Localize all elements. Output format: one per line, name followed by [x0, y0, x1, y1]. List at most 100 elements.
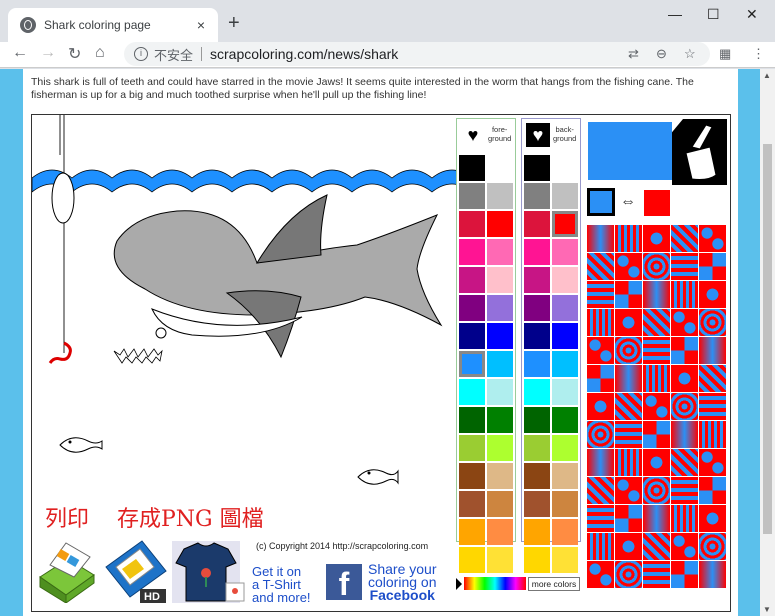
pattern-swatch[interactable]	[587, 533, 614, 560]
pattern-swatch[interactable]	[615, 309, 642, 336]
color-swatch[interactable]	[524, 491, 550, 517]
color-swatch[interactable]	[524, 183, 550, 209]
pattern-swatch[interactable]	[615, 365, 642, 392]
pattern-swatch[interactable]	[643, 393, 670, 420]
color-swatch[interactable]	[487, 295, 513, 321]
reload-icon[interactable]: ↻	[68, 44, 81, 64]
pattern-swatch[interactable]	[699, 421, 726, 448]
pattern-swatch[interactable]	[643, 365, 670, 392]
pattern-swatch[interactable]	[699, 477, 726, 504]
pattern-swatch[interactable]	[699, 281, 726, 308]
pattern-swatch[interactable]	[671, 561, 698, 588]
back-icon[interactable]: ←	[12, 44, 28, 62]
pattern-swatch[interactable]	[643, 449, 670, 476]
shark-drawing[interactable]	[32, 115, 457, 515]
color-swatch[interactable]	[552, 491, 578, 517]
color-swatch[interactable]	[552, 323, 578, 349]
scrollbar-thumb[interactable]	[763, 144, 772, 534]
home-icon[interactable]: ⌂	[95, 44, 105, 62]
color-swatch[interactable]	[487, 519, 513, 545]
pattern-swatch[interactable]	[587, 393, 614, 420]
pattern-swatch[interactable]	[615, 393, 642, 420]
color-swatch[interactable]	[487, 491, 513, 517]
color-swatch[interactable]	[552, 379, 578, 405]
pattern-swatch[interactable]	[699, 365, 726, 392]
color-swatch[interactable]	[487, 435, 513, 461]
current-background-swatch[interactable]	[644, 190, 670, 216]
pattern-swatch[interactable]	[587, 309, 614, 336]
pattern-swatch[interactable]	[671, 253, 698, 280]
color-swatch[interactable]	[487, 323, 513, 349]
tshirt-link[interactable]: Get it on a T-Shirt and more!	[252, 565, 311, 604]
scrollbar[interactable]: ▲ ▼	[760, 69, 775, 616]
color-swatch[interactable]	[459, 519, 485, 545]
color-swatch[interactable]	[487, 183, 513, 209]
color-swatch[interactable]	[487, 211, 513, 237]
swap-colors-icon[interactable]: ⇔	[620, 193, 636, 211]
address-bar[interactable]: i 不安全 scrapcoloring.com/news/shark	[124, 42, 710, 66]
pattern-swatch[interactable]	[587, 225, 614, 252]
pattern-swatch[interactable]	[643, 533, 670, 560]
color-swatch[interactable]	[487, 547, 513, 573]
pattern-swatch[interactable]	[671, 309, 698, 336]
pattern-swatch[interactable]	[643, 225, 670, 252]
color-swatch[interactable]	[487, 407, 513, 433]
info-icon[interactable]: i	[134, 47, 148, 61]
new-tab-button[interactable]: +	[228, 12, 240, 35]
pattern-swatch[interactable]	[671, 365, 698, 392]
pattern-swatch[interactable]	[587, 253, 614, 280]
pattern-swatch[interactable]	[699, 253, 726, 280]
color-swatch[interactable]	[552, 295, 578, 321]
color-swatch[interactable]	[459, 379, 485, 405]
scroll-up-icon[interactable]: ▲	[763, 71, 771, 80]
pattern-swatch[interactable]	[615, 225, 642, 252]
pattern-swatch[interactable]	[699, 337, 726, 364]
color-swatch[interactable]	[459, 435, 485, 461]
pattern-swatch[interactable]	[643, 421, 670, 448]
color-swatch[interactable]	[552, 155, 578, 181]
pattern-swatch[interactable]	[671, 533, 698, 560]
color-swatch[interactable]	[552, 351, 578, 377]
color-swatch[interactable]	[459, 239, 485, 265]
color-swatch[interactable]	[524, 295, 550, 321]
pattern-swatch[interactable]	[643, 281, 670, 308]
printer-icon[interactable]	[32, 537, 98, 603]
pattern-swatch[interactable]	[587, 421, 614, 448]
color-swatch[interactable]	[524, 211, 550, 237]
pattern-swatch[interactable]	[615, 337, 642, 364]
pattern-swatch[interactable]	[671, 393, 698, 420]
color-swatch[interactable]	[552, 267, 578, 293]
facebook-icon[interactable]: f	[326, 564, 362, 602]
pattern-swatch[interactable]	[699, 393, 726, 420]
facebook-share-link[interactable]: Share your coloring on Facebook	[368, 562, 437, 602]
extension-icon[interactable]: ▦	[719, 46, 731, 62]
scroll-down-icon[interactable]: ▼	[763, 605, 771, 614]
current-foreground-swatch[interactable]	[587, 188, 615, 216]
pattern-swatch[interactable]	[699, 505, 726, 532]
pattern-swatch[interactable]	[615, 253, 642, 280]
pattern-swatch[interactable]	[671, 225, 698, 252]
pattern-swatch[interactable]	[587, 449, 614, 476]
close-window-button[interactable]: ✕	[746, 6, 758, 23]
pattern-swatch[interactable]	[643, 477, 670, 504]
color-swatch[interactable]	[524, 435, 550, 461]
pattern-swatch[interactable]	[643, 337, 670, 364]
color-swatch[interactable]	[459, 351, 485, 377]
color-swatch[interactable]	[524, 407, 550, 433]
pattern-swatch[interactable]	[671, 505, 698, 532]
zoom-icon[interactable]: ⊖	[656, 46, 667, 62]
coloring-canvas[interactable]: 列印 存成PNG 圖檔 (c) Copyright 2014 http://sc…	[31, 114, 731, 612]
color-swatch[interactable]	[487, 351, 513, 377]
color-swatch[interactable]	[459, 547, 485, 573]
color-swatch[interactable]	[524, 267, 550, 293]
color-swatch[interactable]	[524, 519, 550, 545]
color-swatch[interactable]	[459, 323, 485, 349]
pattern-swatch[interactable]	[587, 477, 614, 504]
color-swatch[interactable]	[552, 463, 578, 489]
color-swatch[interactable]	[552, 519, 578, 545]
color-swatch[interactable]	[524, 351, 550, 377]
color-swatch[interactable]	[459, 295, 485, 321]
maximize-button[interactable]: ☐	[707, 6, 720, 23]
rainbow-picker[interactable]	[464, 577, 526, 590]
color-swatch[interactable]	[459, 183, 485, 209]
